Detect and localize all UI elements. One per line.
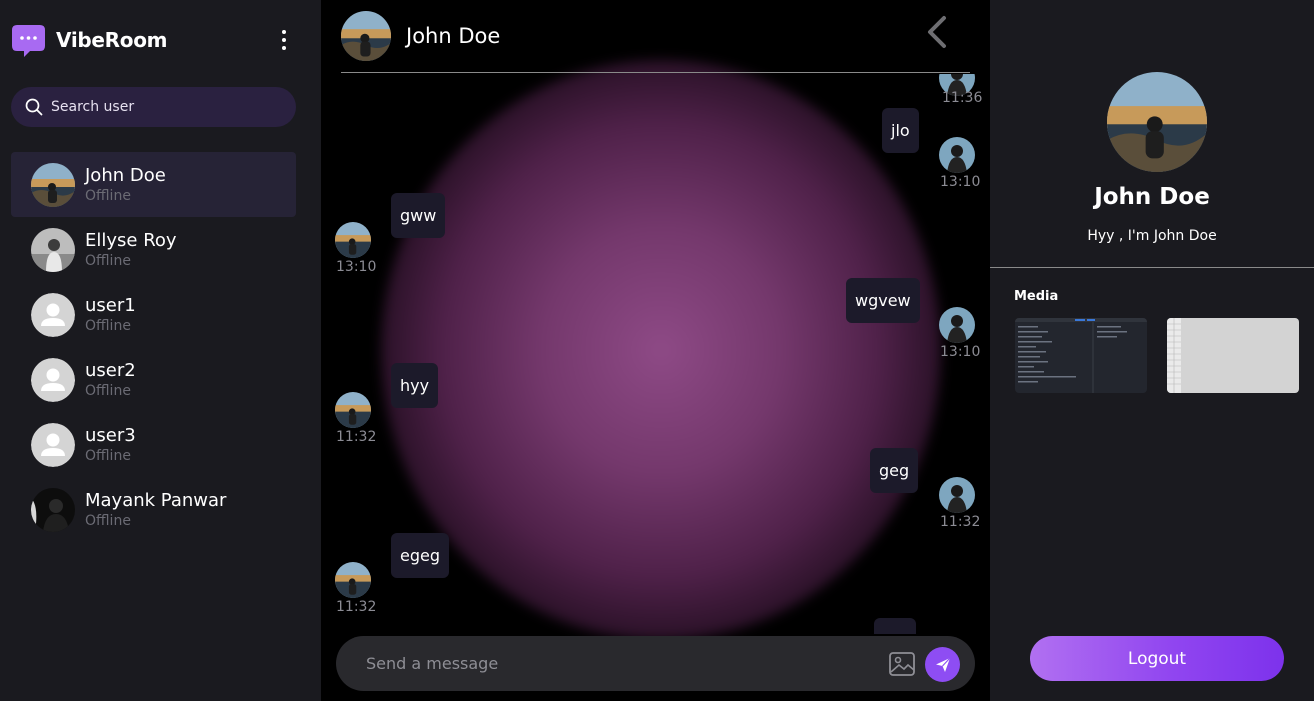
profile-avatar <box>1107 72 1207 172</box>
message-sent-avatar <box>939 137 975 173</box>
user-name: user2 <box>85 359 136 381</box>
media-thumbnail-spreadsheet[interactable] <box>1167 318 1299 393</box>
user-item-ellyse-roy[interactable]: Ellyse Roy Offline <box>11 217 296 282</box>
message-time: 11:36 <box>942 90 983 106</box>
user-status: Offline <box>85 317 131 334</box>
user-status: Offline <box>85 512 131 529</box>
chat-header: John Doe <box>341 0 970 73</box>
message-time: 11:32 <box>940 514 981 530</box>
receiver-avatar <box>335 562 371 598</box>
sidebar: VibeRoom John Doe Offline <box>0 0 321 701</box>
chat-contact-name: John Doe <box>406 24 501 48</box>
chat-panel: John Doe 11:36 jlo 13:10 gww 13:10 wgvew… <box>321 0 990 701</box>
profile-bio: Hyy , I'm John Doe <box>1087 228 1217 244</box>
message-received-avatar <box>335 562 371 598</box>
search-input[interactable] <box>51 99 271 115</box>
sender-avatar <box>939 137 975 173</box>
profile-panel: John Doe Hyy , I'm John Doe Media Logout <box>990 0 1314 701</box>
divider <box>990 267 1314 268</box>
message-time: 13:10 <box>940 344 981 360</box>
sender-avatar <box>939 477 975 513</box>
user-status: Offline <box>85 382 131 399</box>
user-item-user2[interactable]: user2 Offline <box>11 347 296 412</box>
kebab-menu-icon[interactable] <box>274 27 294 53</box>
user-name: user1 <box>85 294 136 316</box>
user-status: Offline <box>85 252 131 269</box>
grayscale-portrait-avatar <box>31 227 75 272</box>
message-time: 13:10 <box>336 259 377 275</box>
search-bar[interactable] <box>11 87 296 127</box>
message-bubble-received: hyy <box>391 363 439 408</box>
default-user-icon <box>31 292 75 337</box>
default-user-icon <box>31 357 75 402</box>
message-bubble-received: gww <box>391 193 446 238</box>
user-status: Offline <box>85 187 131 204</box>
message-list: 11:36 jlo 13:10 gww 13:10 wgvew 13:10 hy… <box>321 74 990 634</box>
logout-button[interactable]: Logout <box>1030 636 1284 681</box>
sender-avatar <box>939 307 975 343</box>
user-list: John Doe Offline Ellyse Roy Offline user… <box>11 152 296 542</box>
message-bubble-sent: wgvew <box>846 278 920 323</box>
media-heading: Media <box>1014 289 1059 304</box>
message-composer <box>336 636 975 691</box>
send-icon[interactable] <box>925 647 960 682</box>
dark-portrait-avatar <box>31 487 75 532</box>
chat-bubble-logo-icon <box>11 23 46 58</box>
message-bubble-sent: geg <box>870 448 919 493</box>
message-bubble-sent: jlo <box>882 108 919 153</box>
message-received-avatar <box>335 392 371 428</box>
receiver-avatar <box>335 392 371 428</box>
message-time: 11:32 <box>336 599 377 615</box>
message-bubble-received: egeg <box>391 533 449 578</box>
profile-name: John Doe <box>1094 184 1210 210</box>
user-item-user1[interactable]: user1 Offline <box>11 282 296 347</box>
default-user-icon <box>31 422 75 467</box>
search-icon <box>25 98 43 116</box>
message-sent-avatar <box>939 477 975 513</box>
user-item-mayank-panwar[interactable]: Mayank Panwar Offline <box>11 477 296 542</box>
message-received-avatar <box>335 222 371 258</box>
message-sent-avatar <box>939 307 975 343</box>
user-name: user3 <box>85 424 136 446</box>
chevron-left-icon[interactable] <box>922 14 952 50</box>
message-time: 13:10 <box>940 174 981 190</box>
media-thumbnail-code-editor[interactable] <box>1015 318 1147 393</box>
user-status: Offline <box>85 447 131 464</box>
brand: VibeRoom <box>11 22 167 58</box>
image-icon[interactable] <box>888 650 916 678</box>
landscape-avatar <box>341 11 391 61</box>
app-name: VibeRoom <box>56 28 168 52</box>
receiver-avatar <box>335 222 371 258</box>
user-name: John Doe <box>85 164 166 186</box>
user-name: Ellyse Roy <box>85 229 177 251</box>
landscape-avatar <box>31 162 75 207</box>
message-input[interactable] <box>366 654 866 673</box>
message-time: 11:32 <box>336 429 377 445</box>
user-name: Mayank Panwar <box>85 489 227 511</box>
user-item-john-doe[interactable]: John Doe Offline <box>11 152 296 217</box>
user-item-user3[interactable]: user3 Offline <box>11 412 296 477</box>
message-bubble-sent <box>874 618 916 634</box>
